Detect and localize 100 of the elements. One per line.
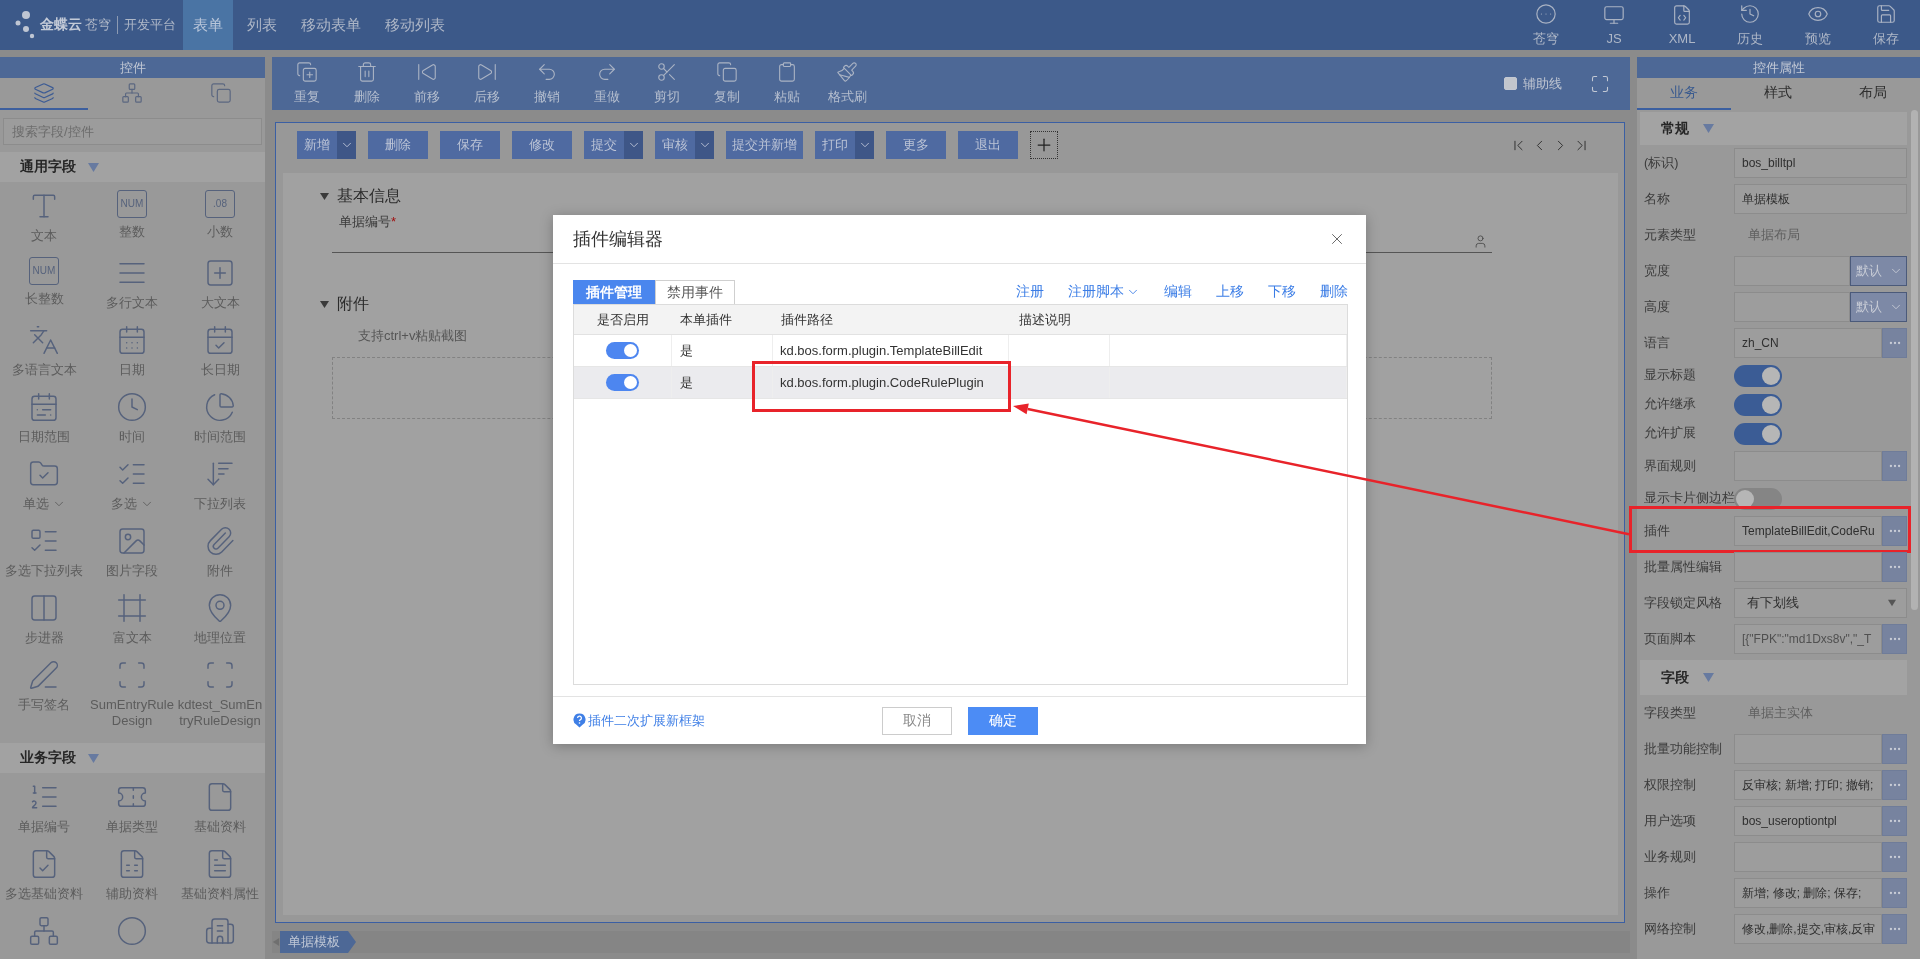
text-field[interactable]: zh_CN	[1734, 328, 1882, 358]
control-item[interactable]: 多选	[88, 450, 176, 517]
page-tab[interactable]: 单据模板	[280, 931, 356, 953]
control-item[interactable]: 长日期	[176, 316, 264, 383]
text-field[interactable]	[1734, 256, 1850, 286]
text-field[interactable]	[1734, 552, 1882, 582]
form-button[interactable]: 更多	[886, 131, 946, 159]
text-field[interactable]	[1734, 734, 1882, 764]
control-item[interactable]: NUM 整数	[88, 182, 176, 247]
nav-tab[interactable]: 表单	[183, 0, 233, 50]
control-item[interactable]: .08 小数	[176, 182, 264, 247]
toggle-switch[interactable]	[1734, 393, 1782, 416]
table-row[interactable]: 是 kd.bos.form.plugin.TemplateBillEdit	[574, 335, 1347, 367]
form-button[interactable]: 保存	[440, 131, 500, 159]
dialog-tab[interactable]: 禁用事件	[655, 280, 735, 304]
toggle-switch[interactable]	[1734, 422, 1782, 445]
property-tab[interactable]: 业务	[1637, 78, 1732, 110]
header-action[interactable]: JS	[1580, 0, 1648, 50]
toolbar-button[interactable]: 撤销	[517, 57, 577, 110]
control-item[interactable]: 多选下拉列表	[0, 517, 88, 584]
scrollbar-thumb[interactable]	[1911, 110, 1918, 610]
action-link[interactable]: 上移	[1216, 283, 1244, 301]
confirm-button[interactable]: 确定	[967, 706, 1038, 735]
more-button[interactable]	[1882, 451, 1907, 481]
toolbar-button[interactable]: 剪切	[637, 57, 697, 110]
unit-select[interactable]: 默认	[1850, 256, 1907, 286]
control-item[interactable]: 基础资料属性	[176, 840, 264, 907]
toolbar-button[interactable]: 删除	[337, 57, 397, 110]
action-link[interactable]: 注册	[1016, 283, 1044, 301]
text-field[interactable]: 反审核; 新增; 打印; 撤销;	[1734, 770, 1882, 800]
control-item[interactable]: 基础资料	[176, 773, 264, 840]
action-link[interactable]: 删除	[1320, 283, 1348, 301]
control-item[interactable]: 多选基础资料	[0, 840, 88, 907]
more-button[interactable]	[1882, 878, 1907, 908]
control-item[interactable]: 日期范围	[0, 383, 88, 450]
toolbar-button[interactable]: 复制	[697, 57, 757, 110]
control-item[interactable]: 单据编号	[0, 773, 88, 840]
form-button[interactable]: 退出	[958, 131, 1018, 159]
header-action[interactable]: 苍穹	[1512, 0, 1580, 50]
form-button[interactable]: 删除	[368, 131, 428, 159]
control-item[interactable]: 时间范围	[176, 383, 264, 450]
fullscreen-icon[interactable]	[1590, 73, 1610, 94]
more-button[interactable]	[1882, 770, 1907, 800]
control-item[interactable]: 图片字段	[88, 517, 176, 584]
toggle-switch[interactable]	[606, 374, 639, 391]
more-button[interactable]	[1882, 624, 1907, 654]
property-tab[interactable]: 布局	[1825, 78, 1920, 110]
control-item[interactable]: 日期	[88, 316, 176, 383]
toggle-switch[interactable]	[1734, 364, 1782, 387]
property-tab[interactable]: 样式	[1731, 78, 1826, 110]
control-item[interactable]: 地理位置	[176, 584, 264, 651]
cancel-button[interactable]: 取消	[881, 706, 952, 735]
header-action[interactable]: 预览	[1784, 0, 1852, 50]
header-action[interactable]: 历史	[1716, 0, 1784, 50]
control-item[interactable]: 时间	[88, 383, 176, 450]
unit-select[interactable]: 默认	[1850, 292, 1907, 322]
toggle-switch[interactable]	[606, 342, 639, 359]
more-button[interactable]	[1882, 328, 1907, 358]
toolbar-button[interactable]: 前移	[397, 57, 457, 110]
nav-tab[interactable]: 移动表单	[291, 0, 371, 50]
form-button[interactable]: 提交并新增	[726, 131, 803, 159]
more-button[interactable]	[1882, 806, 1907, 836]
form-button[interactable]: 新增	[297, 131, 356, 159]
help-link[interactable]: 插件二次扩展新框架	[573, 711, 705, 730]
toolbar-button[interactable]: 重复	[277, 57, 337, 110]
dialog-tab[interactable]: 插件管理	[573, 280, 655, 304]
control-item[interactable]: SumEntryRuleDesign	[88, 651, 176, 734]
toolbar-button[interactable]: 粘贴	[757, 57, 817, 110]
header-action[interactable]: XML	[1648, 0, 1716, 50]
text-field[interactable]: [{"FPK":"md1Dxs8v","_T	[1734, 624, 1882, 654]
action-link[interactable]: 注册脚本	[1068, 283, 1140, 301]
text-field[interactable]	[1734, 842, 1882, 872]
form-button[interactable]: 打印	[815, 131, 874, 159]
control-item[interactable]: kdtest_SumEntryRuleDesign	[176, 651, 264, 734]
action-link[interactable]: 下移	[1268, 283, 1296, 301]
toggle-switch[interactable]	[1734, 487, 1782, 510]
form-button[interactable]: 修改	[512, 131, 572, 159]
form-button[interactable]: 提交	[584, 131, 643, 159]
text-field[interactable]	[1734, 292, 1850, 322]
table-row[interactable]: 是 kd.bos.form.plugin.CodeRulePlugin	[574, 367, 1347, 399]
control-item[interactable]: 单据类型	[88, 773, 176, 840]
control-item[interactable]: 大文本	[176, 249, 264, 316]
control-item[interactable]: 多行文本	[88, 249, 176, 316]
text-field[interactable]: TemplateBillEdit,CodeRu	[1734, 516, 1882, 546]
checkbox[interactable]	[1504, 77, 1517, 90]
more-button[interactable]	[1882, 914, 1907, 944]
dropdown-select[interactable]: 有下划线	[1734, 588, 1907, 618]
form-button[interactable]: 审核	[655, 131, 714, 159]
more-button[interactable]	[1882, 516, 1907, 546]
text-field[interactable]: bos_billtpl	[1734, 148, 1907, 178]
toolbar-button[interactable]: 格式刷	[817, 57, 877, 110]
action-link[interactable]: 编辑	[1164, 283, 1192, 301]
text-field[interactable]: 单据模板	[1734, 184, 1907, 214]
toolbar-button[interactable]: 后移	[457, 57, 517, 110]
nav-tab[interactable]: 移动列表	[375, 0, 455, 50]
toolbar-button[interactable]: 重做	[577, 57, 637, 110]
control-item[interactable]: 单选	[0, 450, 88, 517]
control-item[interactable]: 手写签名	[0, 651, 88, 718]
control-item[interactable]: 文本	[0, 182, 88, 249]
nav-tab[interactable]: 列表	[237, 0, 287, 50]
